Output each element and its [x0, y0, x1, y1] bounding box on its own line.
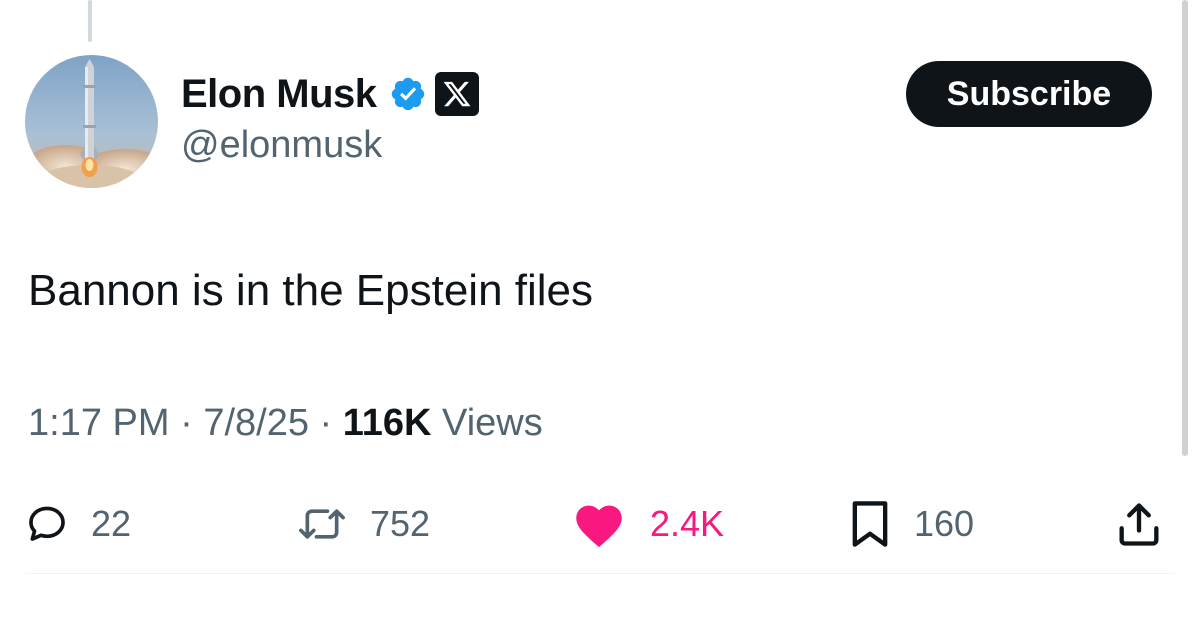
- views-label: Views: [431, 402, 543, 444]
- author-display-name[interactable]: Elon Musk: [181, 72, 377, 117]
- like-button[interactable]: 2.4K: [570, 496, 724, 552]
- avatar[interactable]: [25, 55, 158, 188]
- meta-separator: ·: [169, 402, 204, 444]
- reply-count: 22: [91, 503, 132, 544]
- x-logo-icon[interactable]: [434, 72, 479, 116]
- repost-count: 752: [370, 503, 431, 544]
- meta-separator: ·: [308, 402, 343, 444]
- heart-icon: [576, 505, 622, 548]
- verified-badge-icon[interactable]: [389, 75, 427, 113]
- bookmark-icon: [852, 501, 888, 547]
- tweet-date[interactable]: 7/8/25: [203, 402, 309, 444]
- scrollbar[interactable]: [1182, 0, 1188, 456]
- reply-icon: [29, 506, 65, 541]
- x-logo-glyph: [443, 81, 471, 107]
- like-count: 2.4K: [650, 503, 725, 544]
- rocket-launch-avatar-image: [25, 55, 158, 188]
- tweet-time[interactable]: 1:17 PM: [28, 402, 170, 444]
- bookmark-button[interactable]: 160: [848, 496, 974, 552]
- views-count: 116K: [342, 402, 432, 444]
- author-name-row: Elon Musk: [181, 66, 479, 122]
- tweet-text: Bannon is in the Epstein files: [28, 266, 594, 315]
- thread-connector-line: [88, 0, 92, 42]
- share-icon: [1119, 503, 1159, 546]
- divider: [25, 573, 1175, 574]
- share-button[interactable]: [1112, 496, 1166, 552]
- author-block: Elon Musk @elonmusk: [181, 66, 479, 167]
- author-handle[interactable]: @elonmusk: [181, 124, 479, 167]
- subscribe-button[interactable]: Subscribe: [906, 61, 1152, 127]
- repost-button[interactable]: 752: [296, 496, 430, 552]
- tweet-meta: 1:17 PM · 7/8/25 · 116K Views: [28, 402, 543, 445]
- repost-icon: [299, 509, 345, 539]
- reply-button[interactable]: 22: [25, 496, 131, 552]
- bookmark-count: 160: [914, 503, 975, 544]
- action-bar: 22 752 2.4K 160: [0, 496, 1200, 552]
